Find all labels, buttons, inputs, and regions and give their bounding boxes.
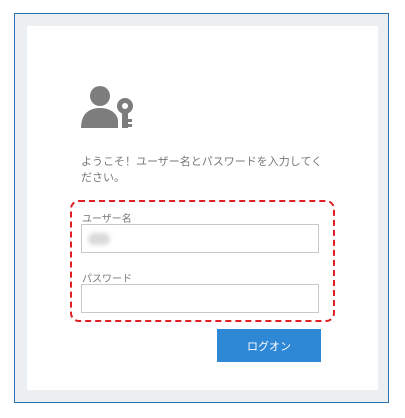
window-frame: ようこそ！ユーザー名とパスワードを入力してください。 ユーザー名 パスワード ロ… [14,13,389,403]
blurred-username-value [88,233,110,245]
welcome-message: ようこそ！ユーザー名とパスワードを入力してください。 [81,155,323,184]
password-label: パスワード [82,274,132,285]
username-label: ユーザー名 [82,214,132,225]
password-field[interactable] [81,284,319,313]
user-key-icon [81,86,133,128]
logon-button[interactable]: ログオン [217,329,321,362]
login-card: ようこそ！ユーザー名とパスワードを入力してください。 ユーザー名 パスワード ロ… [27,26,378,390]
username-field[interactable] [81,224,319,253]
